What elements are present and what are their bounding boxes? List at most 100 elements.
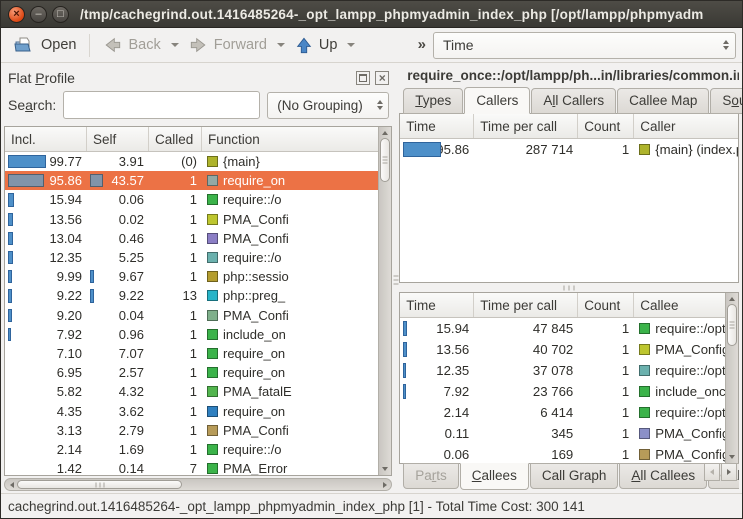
function-row[interactable]: 12.35 5.25 1 require::/o [5,248,378,267]
callee-row[interactable]: 13.56 40 702 1 PMA_Config->__const… [400,339,725,360]
detail-splitter[interactable] [399,283,739,292]
function-type-color-icon [639,407,650,418]
scrollbar-thumb[interactable] [380,138,390,182]
function-row[interactable]: 2.14 1.69 1 require::/o [5,440,378,459]
function-row[interactable]: 9.22 9.22 13 php::preg_ [5,286,378,305]
scrollbar-thumb[interactable] [727,304,737,346]
grouping-value: (No Grouping) [277,98,363,113]
callee-row[interactable]: 0.11 345 1 PMA_Config->enable… [400,423,725,444]
callee-row[interactable]: 7.92 23 766 1 include_once::/opt/la… [400,381,725,402]
function-type-color-icon [207,367,218,378]
window-close-button[interactable]: × [8,6,25,23]
flat-profile-vertical-scrollbar[interactable] [378,127,391,475]
panel-splitter[interactable] [392,66,399,493]
column-header-count[interactable]: Count [578,114,634,138]
column-header-incl[interactable]: Incl. [5,127,87,151]
back-history-dropdown[interactable] [168,34,182,56]
column-header-caller[interactable]: Caller [634,114,738,138]
scrollbar-thumb[interactable] [17,480,182,489]
function-row[interactable]: 7.10 7.07 1 require_on [5,344,378,363]
toolbar-overflow-chevron[interactable]: » [418,36,433,55]
detail-tab[interactable]: Parts [403,463,459,489]
forward-label: Forward [214,37,267,53]
flat-profile-horizontal-scrollbar[interactable] [4,478,392,491]
function-row[interactable]: 15.94 0.06 1 require::/o [5,190,378,209]
detail-tab[interactable]: Callers [464,87,530,114]
panel-float-button[interactable] [356,71,370,85]
function-row[interactable]: 9.99 9.67 1 php::sessio [5,267,378,286]
tab-scroll-left-button[interactable] [704,463,720,481]
scroll-up-icon [382,131,388,135]
up-label: Up [319,37,338,53]
back-button[interactable]: Back [96,33,167,57]
column-header-called[interactable]: Called [149,127,202,151]
callee-row[interactable]: 2.14 6 414 1 require::/opt/lampp/p… [400,402,725,423]
toolbar: Open Back Forward Up » Time [1,28,742,63]
detail-tab[interactable]: Call Graph [530,463,619,489]
event-type-combobox[interactable]: Time [433,32,736,59]
column-header-time-per-call[interactable]: Time per call [474,293,578,317]
grouping-combobox[interactable]: (No Grouping) [267,92,389,119]
arrow-right-icon [189,36,208,54]
function-row[interactable]: 1.42 0.14 7 PMA_Error [5,459,378,475]
column-header-time[interactable]: Time [400,293,474,317]
forward-history-dropdown[interactable] [274,34,288,56]
detail-tab[interactable]: Types [403,88,463,114]
detail-tab[interactable]: Callees [460,463,529,490]
callee-row[interactable]: 12.35 37 078 1 require::/opt/lampp/p… [400,360,725,381]
function-type-color-icon [207,310,218,321]
function-row[interactable]: 4.35 3.62 1 require_on [5,401,378,420]
function-type-color-icon [207,194,218,205]
up-dropdown[interactable] [344,34,358,56]
open-button[interactable]: Open [7,33,83,57]
search-input[interactable] [63,91,260,119]
function-type-color-icon [207,406,218,417]
column-header-self[interactable]: Self [87,127,149,151]
function-row[interactable]: 13.56 0.02 1 PMA_Confi [5,210,378,229]
search-label: Search: [8,97,56,113]
callee-row[interactable]: 0.06 169 1 PMA_Config->checkP… [400,444,725,463]
function-row[interactable]: 9.20 0.04 1 PMA_Confi [5,306,378,325]
column-header-time-per-call[interactable]: Time per call [474,114,578,138]
callees-vertical-scrollbar[interactable] [725,293,738,463]
flat-profile-table: Incl. Self Called Function 99.77 3.91 (0… [4,126,392,476]
function-row[interactable]: 6.95 2.57 1 require_on [5,363,378,382]
function-type-color-icon [639,323,650,334]
function-type-color-icon [207,233,218,244]
function-type-color-icon [207,252,218,263]
detail-tab[interactable]: Callee Map [617,88,709,114]
scroll-right-icon [383,482,387,488]
detail-tab[interactable]: All Callees [619,463,707,489]
up-button[interactable]: Up [288,33,345,58]
panel-close-button[interactable] [375,71,389,85]
window-minimize-button[interactable]: – [30,6,47,23]
forward-button[interactable]: Forward [182,33,274,57]
column-header-callee[interactable]: Callee [634,293,725,317]
function-row[interactable]: 99.77 3.91 (0) {main} [5,152,378,171]
column-header-time[interactable]: Time [400,114,474,138]
function-row[interactable]: 13.04 0.46 1 PMA_Confi [5,229,378,248]
caller-row[interactable]: 95.86 287 714 1 {main} (index.php) [400,139,738,160]
function-type-color-icon [639,344,650,355]
detail-tab[interactable]: All Callers [531,88,616,114]
window-maximize-button[interactable]: □ [52,6,69,23]
tab-scroll-right-button[interactable] [721,463,737,481]
column-header-function[interactable]: Function [202,127,378,151]
title-bar: × – □ /tmp/cachegrind.out.1416485264-_op… [1,1,742,28]
function-row[interactable]: 5.82 4.32 1 PMA_fatalE [5,382,378,401]
function-row[interactable]: 7.92 0.96 1 include_on [5,325,378,344]
kcachegrind-window: × – □ /tmp/cachegrind.out.1416485264-_op… [0,0,743,519]
splitter-grip-icon [393,275,398,284]
detail-tab[interactable]: Source Code [710,88,743,114]
column-header-count[interactable]: Count [578,293,634,317]
function-type-color-icon [207,156,218,167]
function-row[interactable]: 95.86 43.57 1 require_on [5,171,378,190]
function-type-color-icon [639,144,650,155]
function-row[interactable]: 3.13 2.79 1 PMA_Confi [5,421,378,440]
folder-open-icon [14,36,35,54]
back-label: Back [128,37,160,53]
function-detail-panel: require_once::/opt/lampp/ph...in/librari… [399,66,739,493]
toolbar-separator [89,34,90,57]
callee-row[interactable]: 15.94 47 845 1 require::/opt/lampp/p… [400,318,725,339]
caret-down-icon [171,43,179,47]
